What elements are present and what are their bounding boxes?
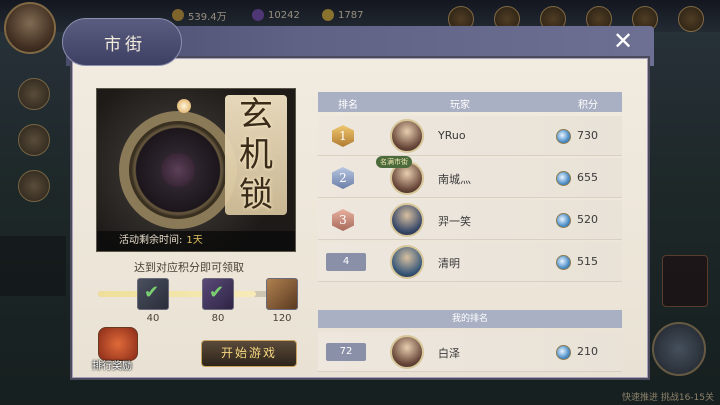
my-rank-header: 我的排名 — [318, 310, 622, 328]
rank-number: 4 — [326, 253, 366, 271]
header-player: 玩家 — [450, 100, 470, 111]
avatar[interactable] — [390, 335, 424, 369]
rank-badge-bronze: 3 — [332, 209, 354, 231]
leaderboard-row[interactable]: 1 YRuo 730 — [318, 116, 622, 156]
player-score: 730 — [577, 129, 598, 142]
timer-label: 活动剩余时间: — [119, 235, 183, 246]
avatar[interactable] — [390, 245, 424, 279]
my-rank-row[interactable]: 72 白泽 210 — [318, 332, 622, 372]
lock-core-icon — [161, 153, 195, 187]
reward-chest-3[interactable] — [266, 278, 298, 310]
reward-chest-2[interactable]: ✔ — [202, 278, 234, 310]
player-name: YRuo — [438, 129, 466, 142]
start-game-button[interactable]: 开始游戏 — [201, 340, 297, 367]
rank-number: 72 — [326, 343, 366, 361]
header-rank: 排名 — [338, 100, 358, 111]
player-name: 白泽 — [438, 347, 460, 360]
claimed-check-icon: ✔ — [209, 282, 225, 303]
score-icon — [556, 213, 571, 228]
rank-reward-icon[interactable] — [98, 327, 138, 361]
milestone-3-points: 120 — [272, 313, 292, 324]
header-score: 积分 — [578, 100, 598, 111]
points-progress-bar — [98, 291, 288, 297]
title-tag: 名满市街 — [376, 156, 412, 168]
player-name: 羿一笑 — [438, 215, 471, 228]
player-score: 655 — [577, 171, 598, 184]
lock-pin-icon — [177, 99, 191, 113]
dialog-title: 市街 — [104, 35, 146, 55]
score-icon — [556, 129, 571, 144]
score-icon — [556, 345, 571, 360]
leaderboard-row[interactable]: 4 清明 515 — [318, 242, 622, 282]
milestone-2-points: 80 — [211, 313, 225, 324]
avatar[interactable] — [390, 119, 424, 153]
player-score: 210 — [577, 345, 598, 358]
event-timer: 活动剩余时间: 1天 — [97, 231, 295, 251]
progress-caption: 达到对应积分即可领取 — [134, 261, 244, 274]
event-name: 玄机锁 — [225, 95, 287, 215]
milestone-1-points: 40 — [146, 313, 160, 324]
player-name: 南城灬 — [438, 173, 471, 186]
score-icon — [556, 171, 571, 186]
player-score: 515 — [577, 255, 598, 268]
player-score: 520 — [577, 213, 598, 226]
leaderboard-row[interactable]: 2 名满市街 南城灬 655 — [318, 156, 622, 198]
timer-value: 1天 — [186, 235, 203, 246]
rank-badge-silver: 2 — [332, 167, 354, 189]
rank-badge-gold: 1 — [332, 125, 354, 147]
lock-ring-icon — [119, 111, 237, 229]
player-name: 清明 — [438, 257, 460, 270]
reward-chest-1[interactable]: ✔ — [137, 278, 169, 310]
event-banner: 玄机锁 活动剩余时间: 1天 — [96, 88, 296, 252]
leaderboard-header: 排名 玩家 积分 — [318, 92, 622, 112]
score-icon — [556, 255, 571, 270]
claimed-check-icon: ✔ — [144, 282, 160, 303]
leaderboard-row[interactable]: 3 羿一笑 520 — [318, 200, 622, 240]
avatar[interactable] — [390, 203, 424, 237]
close-icon[interactable]: ✕ — [610, 28, 636, 54]
rank-reward-label[interactable]: 排行奖励 — [92, 357, 132, 372]
